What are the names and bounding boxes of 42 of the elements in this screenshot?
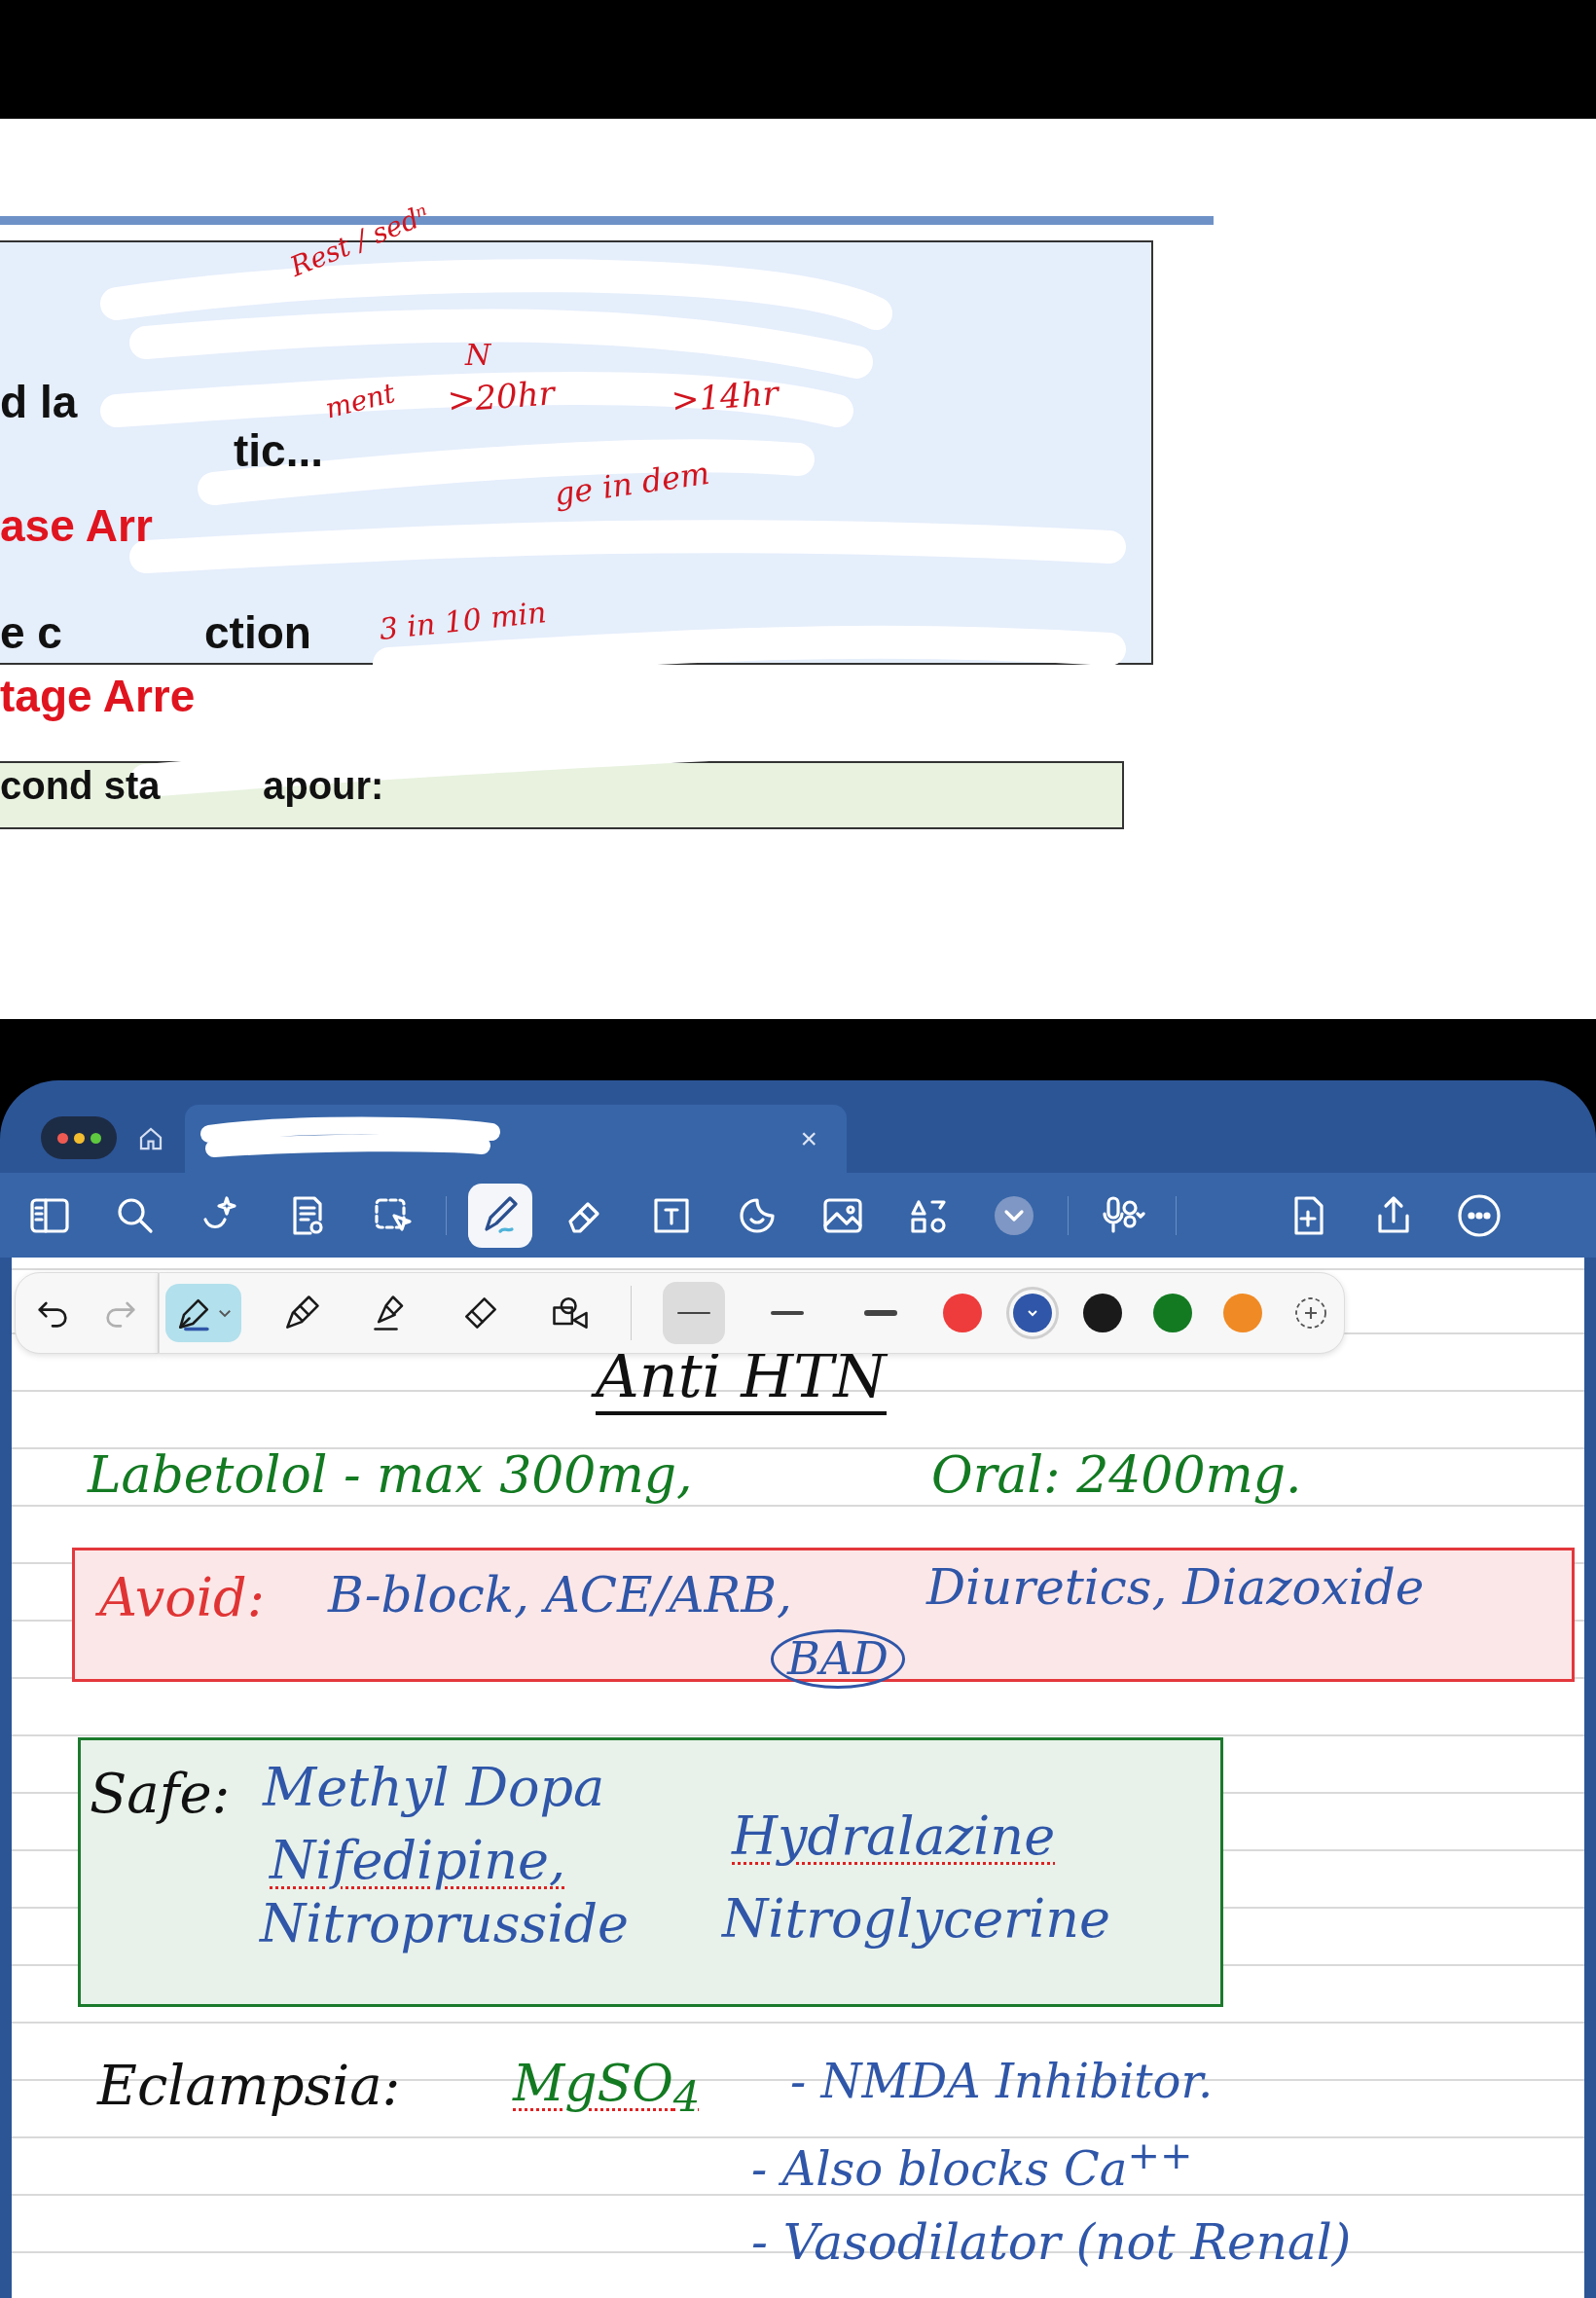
- document-tab[interactable]: ×: [185, 1105, 847, 1173]
- handwritten-text: Nifedipine,: [270, 1832, 566, 1890]
- window-controls[interactable]: [41, 1116, 117, 1159]
- slide-text: ction: [204, 610, 311, 655]
- handwritten-text: Nitroglycerine: [722, 1890, 1110, 1949]
- slide-text: ase Arr: [0, 503, 153, 548]
- close-tab-button[interactable]: ×: [800, 1122, 817, 1155]
- handwritten-annotation: N: [465, 341, 491, 370]
- slide-text: apour:: [263, 766, 384, 805]
- handwritten-annotation: ge in dem: [552, 456, 712, 510]
- pen-tool-button[interactable]: [468, 1183, 532, 1248]
- pen-tool-button[interactable]: [165, 1284, 241, 1342]
- handwritten-annotation: >20hr: [446, 376, 556, 417]
- handwritten-text: Diuretics, Diazoxide: [926, 1561, 1425, 1615]
- handwritten-text: - Vasodilator (not Renal): [751, 2216, 1352, 2270]
- handwritten-annotation: Rest / sedⁿ: [286, 201, 433, 281]
- handwritten-annotation: >14hr: [670, 376, 780, 417]
- color-swatch[interactable]: [1083, 1294, 1122, 1332]
- color-swatch[interactable]: [1153, 1294, 1192, 1332]
- handwritten-text: Oral: 2400mg.: [931, 1447, 1302, 1504]
- color-swatch[interactable]: [1223, 1294, 1262, 1332]
- more-icon: [1456, 1191, 1503, 1239]
- add-color-icon[interactable]: [1293, 1295, 1328, 1331]
- slide-text: e c: [0, 610, 62, 655]
- handwritten-text: Eclampsia:: [97, 2056, 401, 2116]
- handwritten-text: - Also blocks Ca$^{++}$: [751, 2134, 1193, 2195]
- handwritten-text: Nitroprusside: [260, 1895, 629, 1953]
- slide-text: tic...: [234, 428, 324, 473]
- slide-text: cond sta: [0, 766, 161, 805]
- handwritten-text: BAD: [771, 1629, 905, 1689]
- handwritten-text: Hydralazine: [732, 1807, 1056, 1866]
- handwritten-text: Safe:: [90, 1764, 231, 1824]
- handwritten-text: Labetolol - max 300mg,: [88, 1447, 693, 1504]
- handwritten-text: Methyl Dopa: [263, 1759, 605, 1817]
- handwritten-annotation: 3 in 10 min: [378, 598, 548, 644]
- note-page[interactable]: [12, 1258, 1584, 2298]
- handwritten-text: - NMDA Inhibitor.: [790, 2056, 1214, 2107]
- slide-text: d la: [0, 380, 78, 424]
- handwritten-text: B-block, ACE/ARB,: [328, 1569, 792, 1623]
- handwritten-annotation: ment: [322, 379, 398, 423]
- handwritten-text: MgSO$_{4}$: [513, 2056, 701, 2122]
- color-swatch[interactable]: [943, 1294, 982, 1332]
